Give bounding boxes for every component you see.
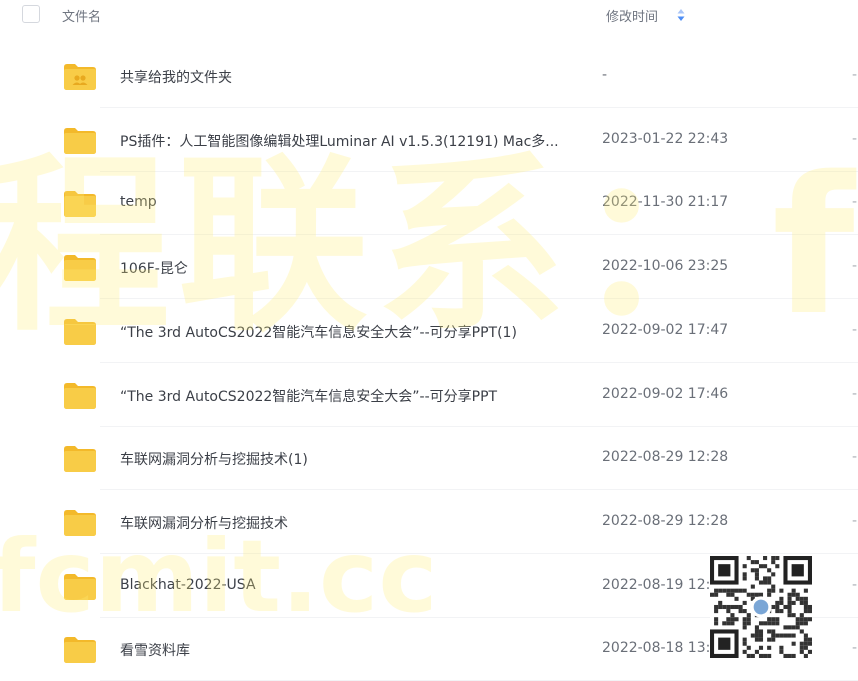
folder-icon bbox=[64, 637, 96, 664]
file-size: - bbox=[852, 576, 858, 593]
file-modified-time: 2022-09-02 17:46 bbox=[602, 385, 729, 402]
file-row[interactable]: 车联网漏洞分析与挖掘技术(1) 2022-08-29 12:28 - bbox=[0, 427, 858, 491]
file-row[interactable]: “The 3rd AutoCS2022智能汽车信息安全大会”--可分享PPT(1… bbox=[0, 300, 858, 363]
file-name[interactable]: 看雪资料库 bbox=[120, 640, 568, 660]
file-row[interactable]: “The 3rd AutoCS2022智能汽车信息安全大会”--可分享PPT 20… bbox=[0, 364, 858, 427]
file-name[interactable]: 106F-昆仑 bbox=[120, 258, 568, 278]
file-row[interactable]: temp 2022-11-30 21:17 - bbox=[0, 172, 858, 236]
file-row[interactable]: 车联网漏洞分析与挖掘技术 2022-08-29 12:28 - bbox=[0, 491, 858, 554]
file-row[interactable]: PS插件：人工智能图像编辑处理Luminar AI v1.5.3(12191) … bbox=[0, 109, 858, 172]
folder-icon bbox=[64, 191, 96, 218]
time-column-header[interactable]: 修改时间 bbox=[606, 6, 658, 25]
folder-icon bbox=[64, 382, 96, 409]
folder-icon bbox=[64, 318, 96, 345]
file-size: - bbox=[852, 67, 858, 83]
file-list-page: 文件名 修改时间 共享给我的文件夹 - - PS插件：人工智能图像编辑处理Lumina… bbox=[0, 0, 858, 681]
folder-icon bbox=[64, 127, 96, 154]
file-name[interactable]: PS插件：人工智能图像编辑处理Luminar AI v1.5.3(12191) … bbox=[120, 131, 568, 151]
file-modified-time: - bbox=[602, 67, 608, 83]
file-modified-time: 2022-08-29 12:28 bbox=[602, 449, 729, 466]
file-modified-time: 2022-09-02 17:47 bbox=[602, 321, 729, 338]
file-size: - bbox=[852, 321, 858, 338]
file-size: - bbox=[852, 385, 858, 402]
file-name[interactable]: 车联网漏洞分析与挖掘技术 bbox=[120, 513, 568, 533]
file-list-header: 文件名 修改时间 bbox=[0, 0, 858, 30]
file-modified-time: 2022-11-30 21:17 bbox=[602, 194, 729, 211]
file-modified-time: 2022-10-06 23:25 bbox=[602, 258, 729, 275]
file-name[interactable]: “The 3rd AutoCS2022智能汽车信息安全大会”--可分享PPT bbox=[120, 386, 568, 406]
file-size: - bbox=[852, 640, 858, 657]
name-column-header[interactable]: 文件名 bbox=[62, 6, 101, 25]
shared-folder-icon bbox=[64, 64, 96, 90]
file-size: - bbox=[852, 512, 858, 529]
folder-icon bbox=[64, 446, 96, 473]
file-modified-time: 2022-08-29 12:28 bbox=[602, 512, 729, 529]
file-name[interactable]: 共享给我的文件夹 bbox=[120, 67, 568, 87]
sort-icon[interactable] bbox=[676, 7, 686, 23]
file-name[interactable]: 车联网漏洞分析与挖掘技术(1) bbox=[120, 449, 568, 469]
file-size: - bbox=[852, 194, 858, 211]
select-all-checkbox[interactable] bbox=[22, 5, 40, 23]
folder-icon bbox=[64, 509, 96, 536]
file-size: - bbox=[852, 258, 858, 275]
file-name[interactable]: “The 3rd AutoCS2022智能汽车信息安全大会”--可分享PPT(1… bbox=[120, 322, 568, 342]
file-name[interactable]: temp bbox=[120, 194, 568, 210]
file-size: - bbox=[852, 449, 858, 466]
file-size: - bbox=[852, 130, 858, 147]
file-name[interactable]: Blackhat-2022-USA bbox=[120, 577, 568, 593]
file-row[interactable]: 106F-昆仑 2022-10-06 23:25 - bbox=[0, 236, 858, 300]
folder-icon bbox=[64, 255, 96, 282]
file-modified-time: 2023-01-22 22:43 bbox=[602, 130, 729, 147]
qr-code-icon bbox=[710, 556, 812, 658]
folder-icon bbox=[64, 573, 96, 600]
file-row[interactable]: 共享给我的文件夹 - - bbox=[0, 45, 858, 108]
